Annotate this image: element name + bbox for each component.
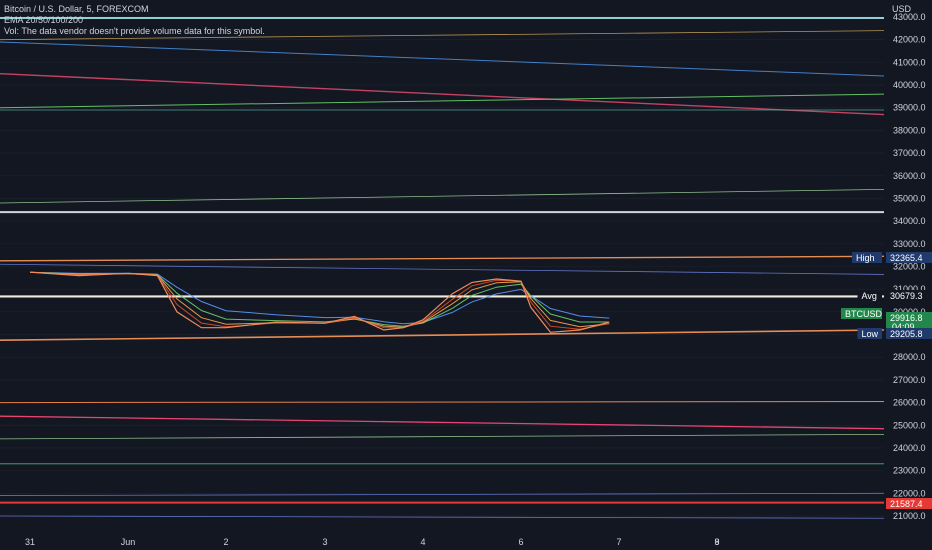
y-tick-label: 21000.0 <box>893 511 926 521</box>
chart-legend: Bitcoin / U.S. Dollar, 5, FOREXCOM EMA 2… <box>4 4 265 37</box>
y-tick-label: 35000.0 <box>893 193 926 203</box>
price-label-value: 21587.4 <box>890 499 923 509</box>
price-tag-name: High <box>856 253 875 263</box>
price-tag-name: Low <box>862 329 879 339</box>
price-chart[interactable]: USD21000.022000.023000.024000.025000.026… <box>0 0 932 550</box>
y-tick-label: 33000.0 <box>893 239 926 249</box>
y-tick-label: 42000.0 <box>893 35 926 45</box>
x-tick-label: 7 <box>616 537 621 547</box>
y-tick-label: 28000.0 <box>893 352 926 362</box>
y-tick-label: 40000.0 <box>893 80 926 90</box>
volume-indicator-label: Vol: The data vendor doesn't provide vol… <box>4 26 265 36</box>
y-tick-label: 26000.0 <box>893 398 926 408</box>
x-tick-label: 9 <box>714 537 719 547</box>
chart-background <box>0 0 932 550</box>
x-tick-label: 6 <box>518 537 523 547</box>
x-tick-label: 31 <box>25 537 35 547</box>
price-label-value: 30679.3 <box>890 291 923 301</box>
symbol-title: Bitcoin / U.S. Dollar, 5, FOREXCOM <box>4 4 149 14</box>
y-tick-label: 23000.0 <box>893 466 926 476</box>
y-tick-label: 25000.0 <box>893 420 926 430</box>
y-tick-label: 22000.0 <box>893 488 926 498</box>
x-tick-label: 3 <box>322 537 327 547</box>
x-tick-label: 4 <box>420 537 425 547</box>
x-tick-label: 2 <box>223 537 228 547</box>
y-tick-label: 36000.0 <box>893 171 926 181</box>
y-tick-label: 34000.0 <box>893 216 926 226</box>
x-tick-label: Jun <box>121 537 136 547</box>
y-tick-label: 41000.0 <box>893 57 926 67</box>
y-tick-label: 43000.0 <box>893 12 926 22</box>
price-tag-name: Avg <box>862 291 877 301</box>
y-tick-label: 24000.0 <box>893 443 926 453</box>
price-label-value: 32365.4 <box>890 253 923 263</box>
y-tick-label: 37000.0 <box>893 148 926 158</box>
y-tick-label: 27000.0 <box>893 375 926 385</box>
ema-indicator-label: EMA 20/50/100/200 <box>4 15 84 25</box>
y-tick-label: 38000.0 <box>893 125 926 135</box>
y-tick-label: 39000.0 <box>893 103 926 113</box>
price-tag-name: BTCUSD <box>845 309 883 319</box>
price-label-value: 29205.8 <box>890 329 923 339</box>
